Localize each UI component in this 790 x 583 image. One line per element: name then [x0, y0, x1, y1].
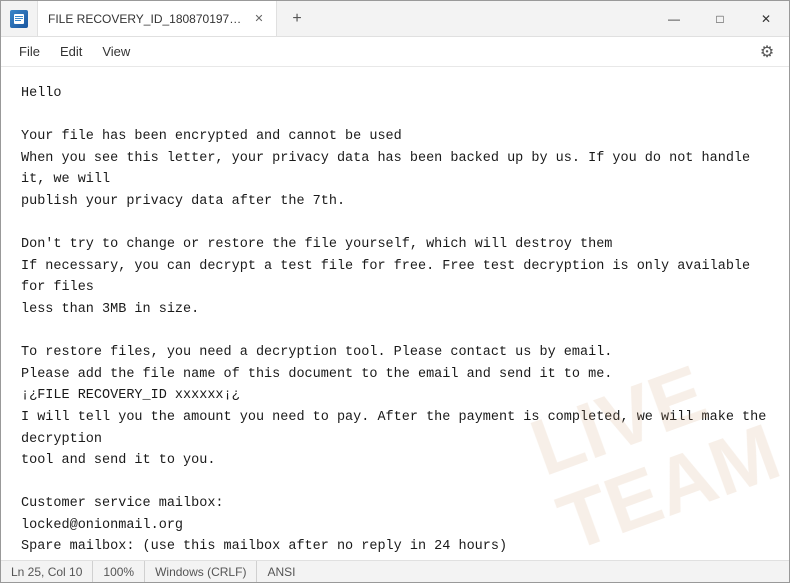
notepad-icon	[10, 10, 28, 28]
main-window: FILE RECOVERY_ID_1808701978401 ✕ + — □ ✕…	[0, 0, 790, 583]
title-bar: FILE RECOVERY_ID_1808701978401 ✕ + — □ ✕	[1, 1, 789, 37]
cursor-position: Ln 25, Col 10	[11, 561, 93, 582]
zoom-level: 100%	[93, 561, 145, 582]
title-bar-left: FILE RECOVERY_ID_1808701978401 ✕ +	[1, 1, 651, 36]
tab-title: FILE RECOVERY_ID_1808701978401	[48, 12, 244, 26]
app-icon-area	[1, 1, 37, 37]
active-tab[interactable]: FILE RECOVERY_ID_1808701978401 ✕	[37, 1, 277, 36]
minimize-button[interactable]: —	[651, 1, 697, 37]
window-controls: — □ ✕	[651, 1, 789, 36]
close-button[interactable]: ✕	[743, 1, 789, 37]
view-menu[interactable]: View	[92, 40, 140, 63]
status-bar: Ln 25, Col 10 100% Windows (CRLF) ANSI	[1, 560, 789, 582]
maximize-button[interactable]: □	[697, 1, 743, 37]
tab-close-button[interactable]: ✕	[250, 10, 268, 28]
edit-menu[interactable]: Edit	[50, 40, 92, 63]
line-ending: Windows (CRLF)	[145, 561, 257, 582]
settings-icon[interactable]: ⚙	[753, 38, 781, 66]
encoding: ANSI	[257, 561, 305, 582]
new-tab-button[interactable]: +	[281, 3, 313, 35]
editor-area: Hello Your file has been encrypted and c…	[1, 67, 789, 560]
file-menu[interactable]: File	[9, 40, 50, 63]
menu-bar-right: ⚙	[753, 38, 781, 66]
menu-bar: File Edit View ⚙	[1, 37, 789, 67]
editor-content[interactable]: Hello Your file has been encrypted and c…	[1, 67, 789, 560]
